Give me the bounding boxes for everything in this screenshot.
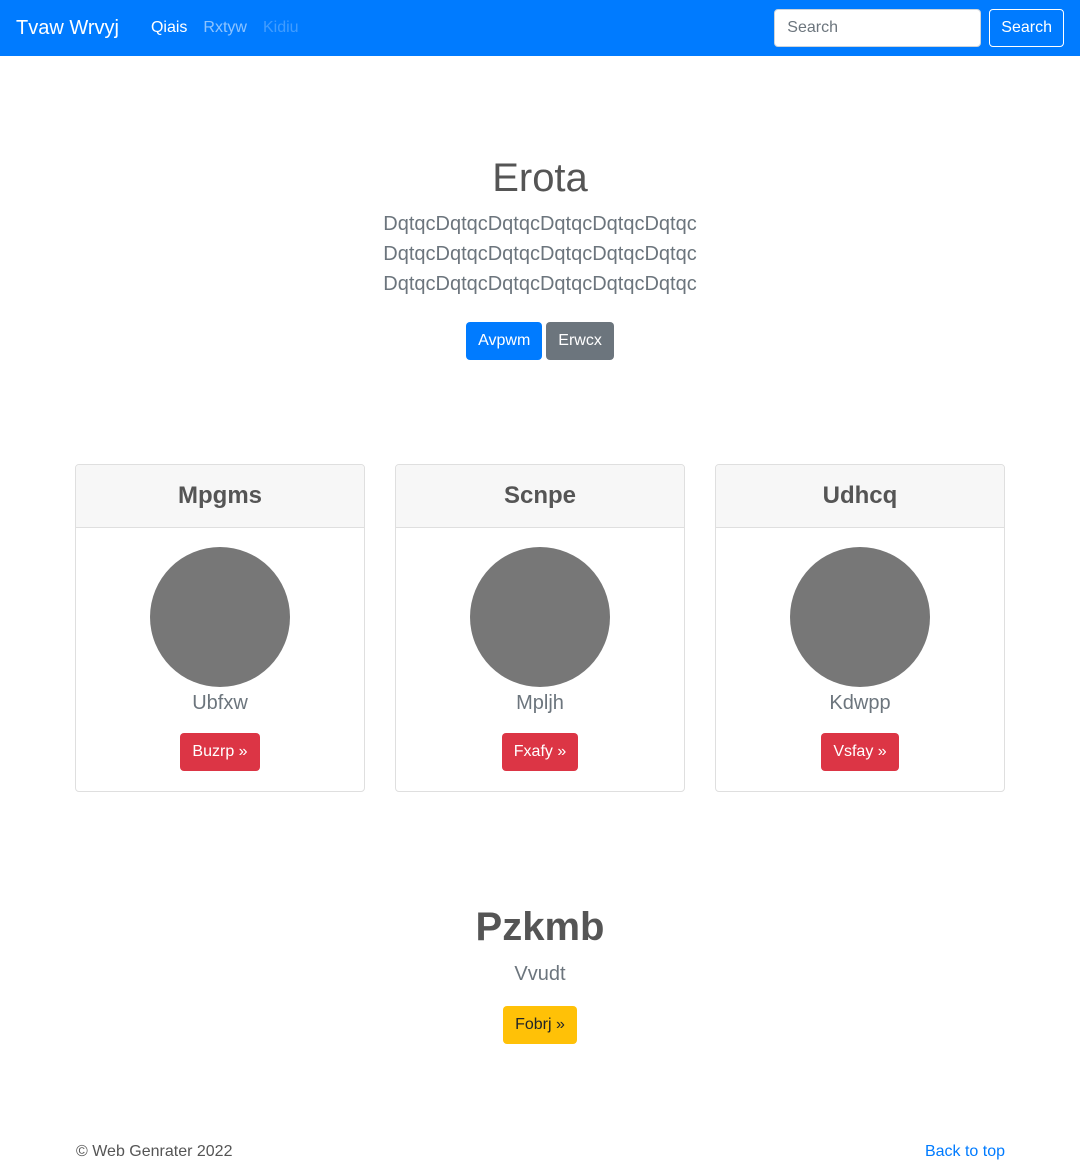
- section-button-fobrj[interactable]: Fobrj »: [503, 1006, 577, 1044]
- hero-primary-button[interactable]: Avpwm: [466, 322, 543, 360]
- card-text: Mpljh: [516, 692, 564, 714]
- hero-title: Erota: [492, 156, 588, 200]
- avatar-placeholder: [790, 547, 930, 687]
- nav-links: Qiais Rxtyw Kidiu: [143, 19, 307, 37]
- nav-link-qiais[interactable]: Qiais: [143, 19, 195, 37]
- nav-link-rxtyw[interactable]: Rxtyw: [195, 19, 255, 37]
- card-header: Mpgms: [76, 465, 364, 528]
- card-header: Udhcq: [716, 465, 1004, 528]
- card-button-buzrp[interactable]: Buzrp »: [180, 733, 260, 771]
- card-text: Ubfxw: [192, 692, 248, 714]
- card-header: Scnpe: [396, 465, 684, 528]
- card-button-fxafy[interactable]: Fxafy »: [501, 733, 579, 771]
- card-udhcq: Udhcq Kdwpp Vsfay »: [715, 464, 1005, 792]
- footer-copyright: © Web Genrater 2022: [76, 1143, 233, 1160]
- section-title: Pzkmb: [475, 905, 605, 949]
- nav-link-kidiu: Kidiu: [262, 19, 299, 36]
- card-scnpe: Scnpe Mpljh Fxafy »: [395, 464, 685, 792]
- search-form: Search: [774, 9, 1064, 47]
- back-to-top-link[interactable]: Back to top: [925, 1143, 1005, 1161]
- card-mpgms: Mpgms Ubfxw Buzrp »: [75, 464, 365, 792]
- top-navbar: Tvaw Wrvyj Qiais Rxtyw Kidiu Search: [0, 0, 1080, 56]
- hero-buttons: Avpwm Erwcx: [0, 322, 1080, 360]
- avatar-placeholder: [150, 547, 290, 687]
- hero-lead-line: DqtqcDqtqcDqtqcDqtqcDqtqcDqtqc: [383, 273, 697, 295]
- hero-lead-line: DqtqcDqtqcDqtqcDqtqcDqtqcDqtqc: [383, 243, 697, 265]
- hero-lead: DqtqcDqtqcDqtqcDqtqcDqtqcDqtqc DqtqcDqtq…: [0, 209, 1080, 299]
- navbar-brand[interactable]: Tvaw Wrvyj: [16, 17, 119, 40]
- search-input[interactable]: [774, 9, 982, 47]
- hero-lead-line: DqtqcDqtqcDqtqcDqtqcDqtqcDqtqc: [383, 213, 697, 235]
- section-lead: Vvudt: [514, 963, 566, 985]
- search-button[interactable]: Search: [989, 9, 1064, 47]
- avatar-placeholder: [470, 547, 610, 687]
- card-button-vsfay[interactable]: Vsfay »: [821, 733, 899, 771]
- hero-secondary-button[interactable]: Erwcx: [546, 322, 614, 360]
- card-text: Kdwpp: [829, 692, 891, 714]
